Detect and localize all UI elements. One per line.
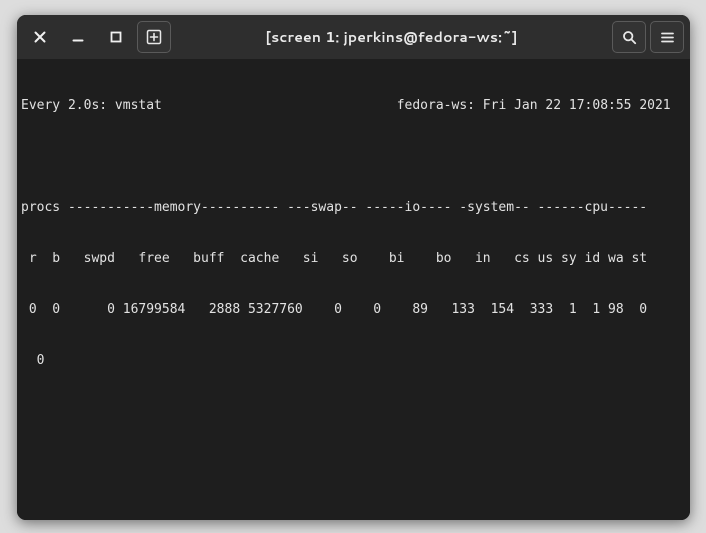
search-button[interactable] [612, 21, 646, 53]
terminal-area[interactable]: Every 2.0s: vmstat fedora-ws: Fri Jan 22… [17, 59, 690, 520]
search-icon [622, 30, 637, 45]
vmstat-header-groups: procs -----------memory---------- ---swa… [17, 199, 690, 216]
watch-timestamp: fedora-ws: Fri Jan 22 17:08:55 2021 [397, 98, 671, 113]
window-title: [screen 1: jperkins@fedora-ws:~] [175, 27, 608, 47]
watch-command: Every 2.0s: vmstat [21, 98, 162, 113]
close-icon [34, 31, 46, 43]
vmstat-header-columns: r b swpd free buff cache si so bi bo in … [17, 250, 690, 267]
watch-header: Every 2.0s: vmstat fedora-ws: Fri Jan 22… [17, 97, 690, 114]
window-titlebar: [screen 1: jperkins@fedora-ws:~] [17, 15, 690, 59]
minimize-icon [72, 31, 84, 43]
vmstat-row-1: 0 0 0 16799584 2888 5327760 0 0 89 133 1… [17, 301, 690, 318]
maximize-icon [110, 31, 122, 43]
new-tab-button[interactable] [137, 21, 171, 53]
new-tab-icon [146, 29, 162, 45]
minimize-button[interactable] [61, 21, 95, 53]
terminal-window: [screen 1: jperkins@fedora-ws:~] Every 2… [17, 15, 690, 520]
vmstat-row-1-wrap: 0 [17, 352, 690, 369]
maximize-button[interactable] [99, 21, 133, 53]
terminal-content: Every 2.0s: vmstat fedora-ws: Fri Jan 22… [17, 59, 690, 520]
hamburger-icon [660, 30, 675, 45]
close-button[interactable] [23, 21, 57, 53]
menu-button[interactable] [650, 21, 684, 53]
